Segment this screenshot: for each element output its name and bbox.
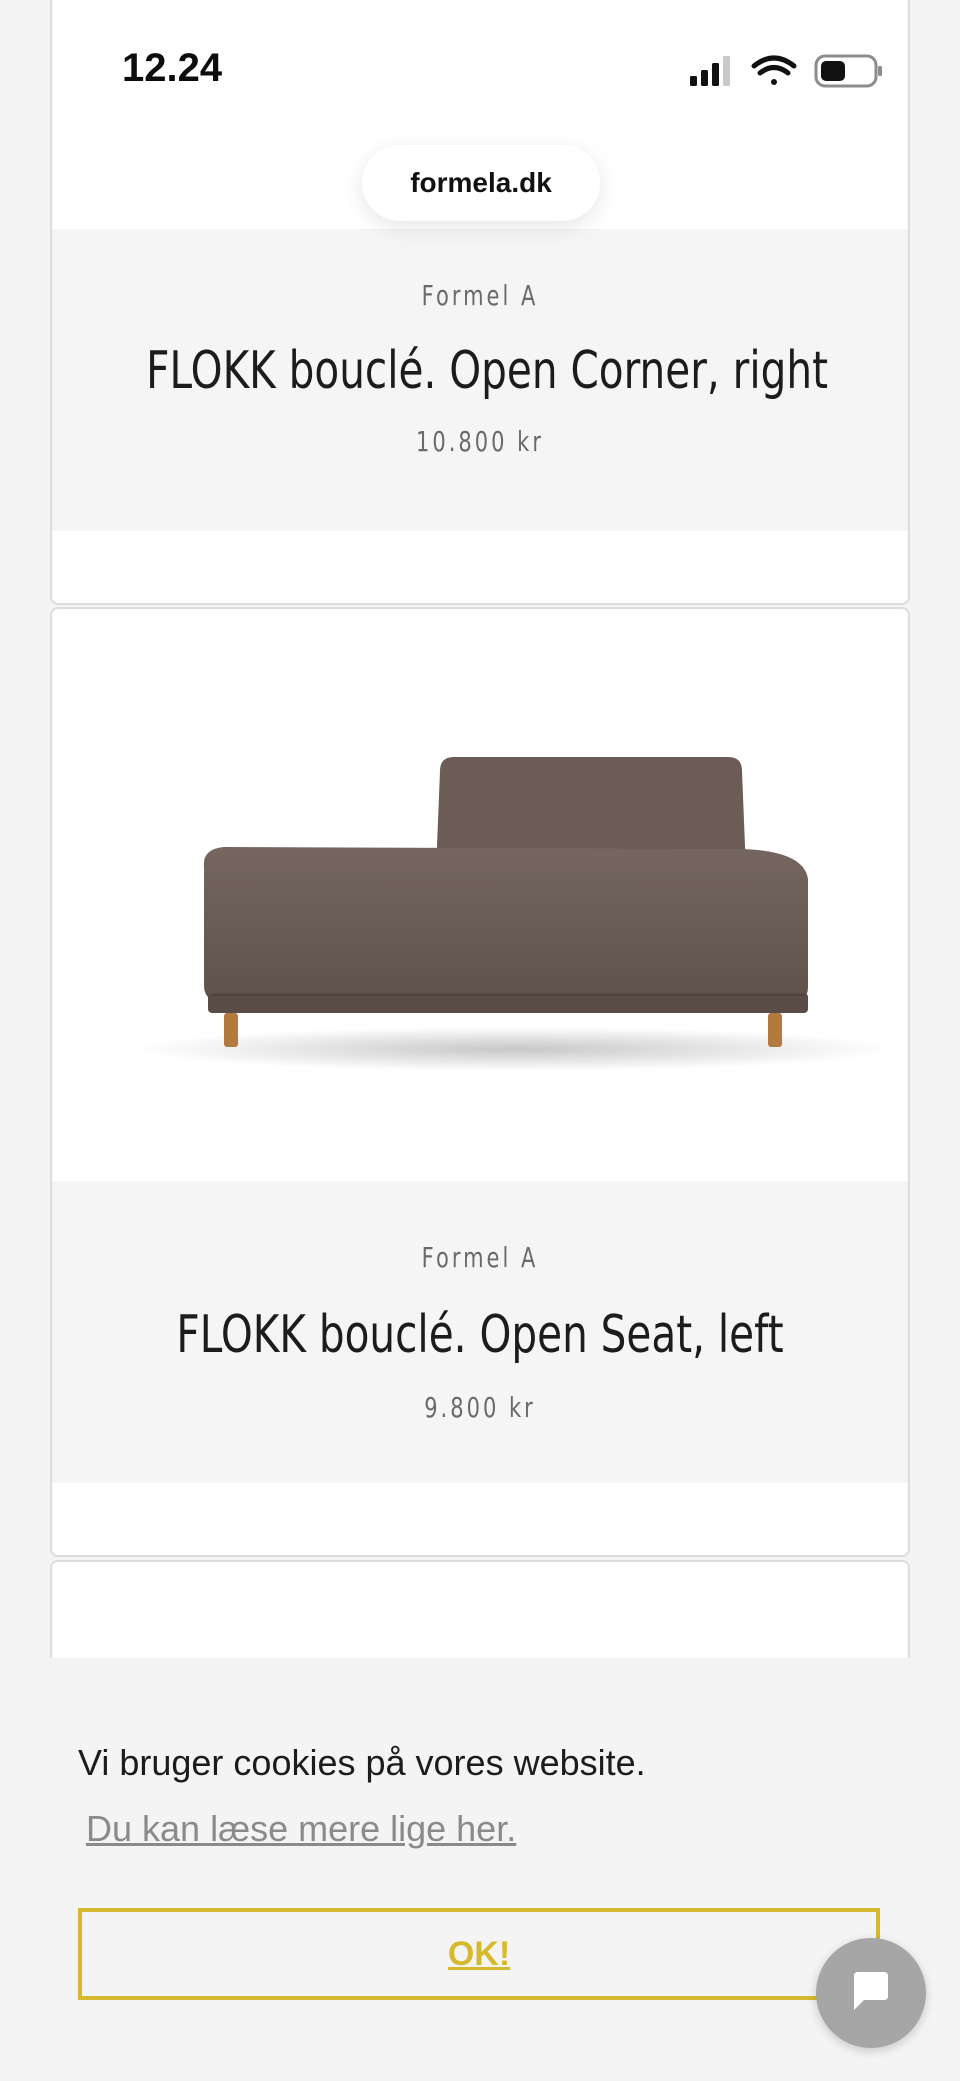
product-info: Formel A FLOKK bouclé. Open Seat, left 9…	[52, 1181, 908, 1483]
product-card[interactable]: Formel A FLOKK bouclé. Open Seat, left 9…	[50, 607, 910, 1557]
product-brand: Formel A	[421, 279, 539, 312]
sofa-image[interactable]	[52, 609, 908, 1179]
product-info: Formel A FLOKK bouclé. Open Corner, righ…	[52, 229, 908, 531]
cookie-ok-button[interactable]: OK!	[78, 1908, 880, 2000]
page: Formel A FLOKK bouclé. Open Corner, righ…	[0, 0, 960, 2081]
wifi-icon	[751, 55, 797, 85]
status-time: 12.24	[122, 46, 223, 90]
battery-icon	[814, 54, 882, 88]
product-price: 9.800 kr	[424, 1391, 536, 1424]
cookie-info-link[interactable]: Du kan læse mere lige her.	[86, 1808, 516, 1850]
product-brand: Formel A	[421, 1241, 539, 1274]
status-icons	[690, 54, 882, 88]
chat-icon	[854, 1972, 888, 2010]
product-price: 10.800 kr	[416, 425, 544, 458]
url-bar[interactable]: formela.dk	[362, 145, 600, 221]
signal-icon	[690, 56, 730, 86]
product-name[interactable]: FLOKK bouclé. Open Seat, left	[146, 1305, 814, 1365]
product-name[interactable]: FLOKK bouclé. Open Corner, right	[146, 341, 828, 401]
cookie-message: Vi bruger cookies på vores website.	[78, 1742, 646, 1783]
chat-button[interactable]	[816, 1938, 926, 2048]
